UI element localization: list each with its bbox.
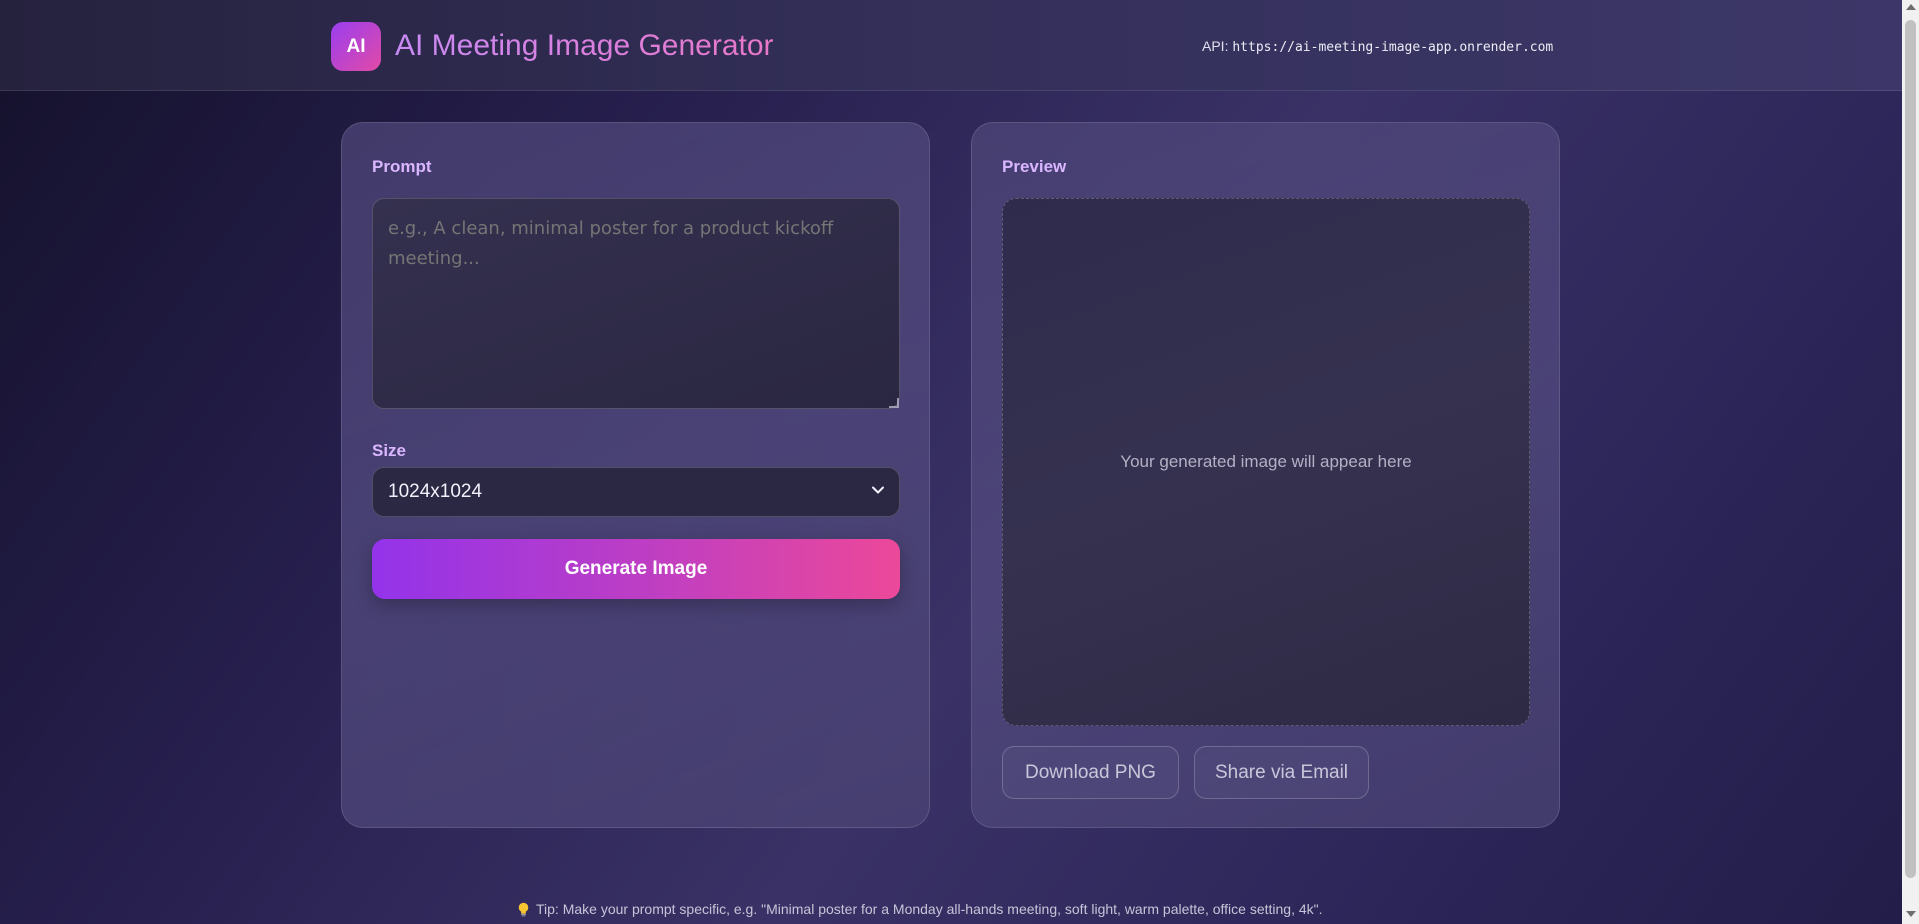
scroll-up-icon[interactable]	[1906, 4, 1916, 10]
preview-card: Preview Your generated image will appear…	[971, 122, 1560, 828]
app-header: AI AI Meeting Image Generator API: https…	[0, 0, 1902, 91]
prompt-card: Prompt Size 1024x1024 Generate Image	[341, 122, 930, 828]
share-email-button[interactable]: Share via Email	[1194, 746, 1369, 799]
prompt-input[interactable]	[372, 198, 900, 409]
size-select[interactable]: 1024x1024	[372, 467, 900, 517]
preview-placeholder: Your generated image will appear here	[1120, 452, 1412, 471]
size-selected-value: 1024x1024	[388, 481, 483, 502]
api-url: https://ai-meeting-image-app.onrender.co…	[1232, 40, 1554, 55]
tip-text: Tip: Make your prompt specific, e.g. "Mi…	[536, 901, 1323, 917]
app-title: AI Meeting Image Generator	[395, 29, 774, 62]
size-label: Size	[372, 441, 407, 460]
api-label: API:	[1202, 38, 1229, 54]
generate-image-button[interactable]: Generate Image	[372, 539, 900, 599]
vertical-scrollbar[interactable]	[1902, 0, 1919, 924]
footer-tip: Tip: Make your prompt specific, e.g. "Mi…	[517, 901, 1323, 917]
image-preview-area: Your generated image will appear here	[1002, 198, 1530, 726]
page: AI AI Meeting Image Generator API: https…	[0, 0, 1902, 924]
prompt-label: Prompt	[372, 157, 432, 176]
api-info: API: https://ai-meeting-image-app.onrend…	[1202, 38, 1553, 55]
resize-handle[interactable]	[889, 398, 899, 408]
scroll-thumb[interactable]	[1905, 20, 1916, 878]
preview-label: Preview	[1002, 157, 1067, 176]
logo-text: AI	[346, 35, 366, 57]
download-png-button[interactable]: Download PNG	[1002, 746, 1179, 799]
chevron-down-icon	[872, 486, 884, 494]
lightbulb-icon	[518, 902, 529, 916]
app-logo: AI	[331, 22, 381, 71]
scroll-down-icon[interactable]	[1906, 911, 1916, 917]
